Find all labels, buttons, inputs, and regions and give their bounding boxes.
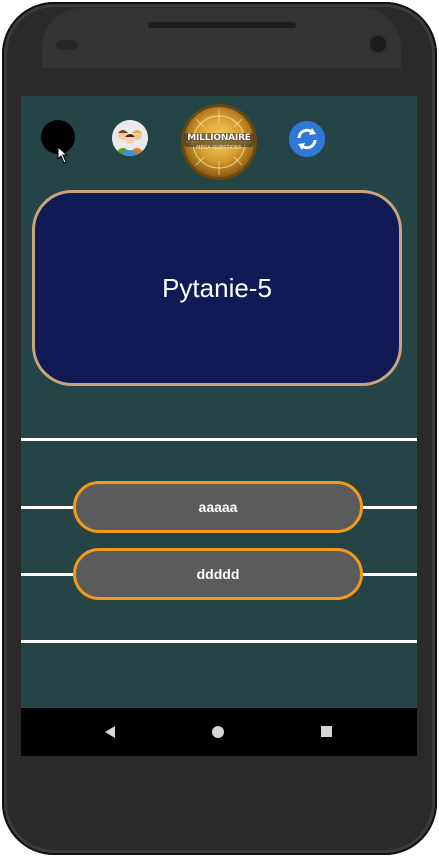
answer-button[interactable]: ddddd: [73, 548, 363, 600]
millionaire-logo: MILLIONAIRE MEGA QUESTIONS: [180, 103, 258, 181]
logo-subtitle: MEGA QUESTIONS: [196, 145, 242, 151]
logo-title: MILLIONAIRE: [187, 133, 251, 143]
refresh-icon[interactable]: [289, 121, 325, 157]
question-box: Pytanie-5: [32, 190, 402, 386]
android-nav-bar: [21, 708, 417, 756]
pointer-cursor-icon: [57, 146, 69, 164]
team-icon[interactable]: [112, 120, 148, 156]
question-text: Pytanie-5: [162, 272, 272, 303]
phone-sensor: [56, 40, 78, 50]
divider-line: [21, 438, 417, 441]
divider-line: [21, 640, 417, 643]
home-icon[interactable]: [212, 726, 224, 738]
phone-speaker: [148, 22, 296, 28]
back-icon[interactable]: [105, 726, 115, 738]
app-screen: MILLIONAIRE MEGA QUESTIONS Pytanie-5 aaa…: [21, 96, 417, 708]
phone-top-bezel: [42, 8, 401, 68]
recent-apps-icon[interactable]: [321, 726, 332, 737]
phone-camera: [370, 36, 386, 52]
answer-button[interactable]: aaaaa: [73, 481, 363, 533]
